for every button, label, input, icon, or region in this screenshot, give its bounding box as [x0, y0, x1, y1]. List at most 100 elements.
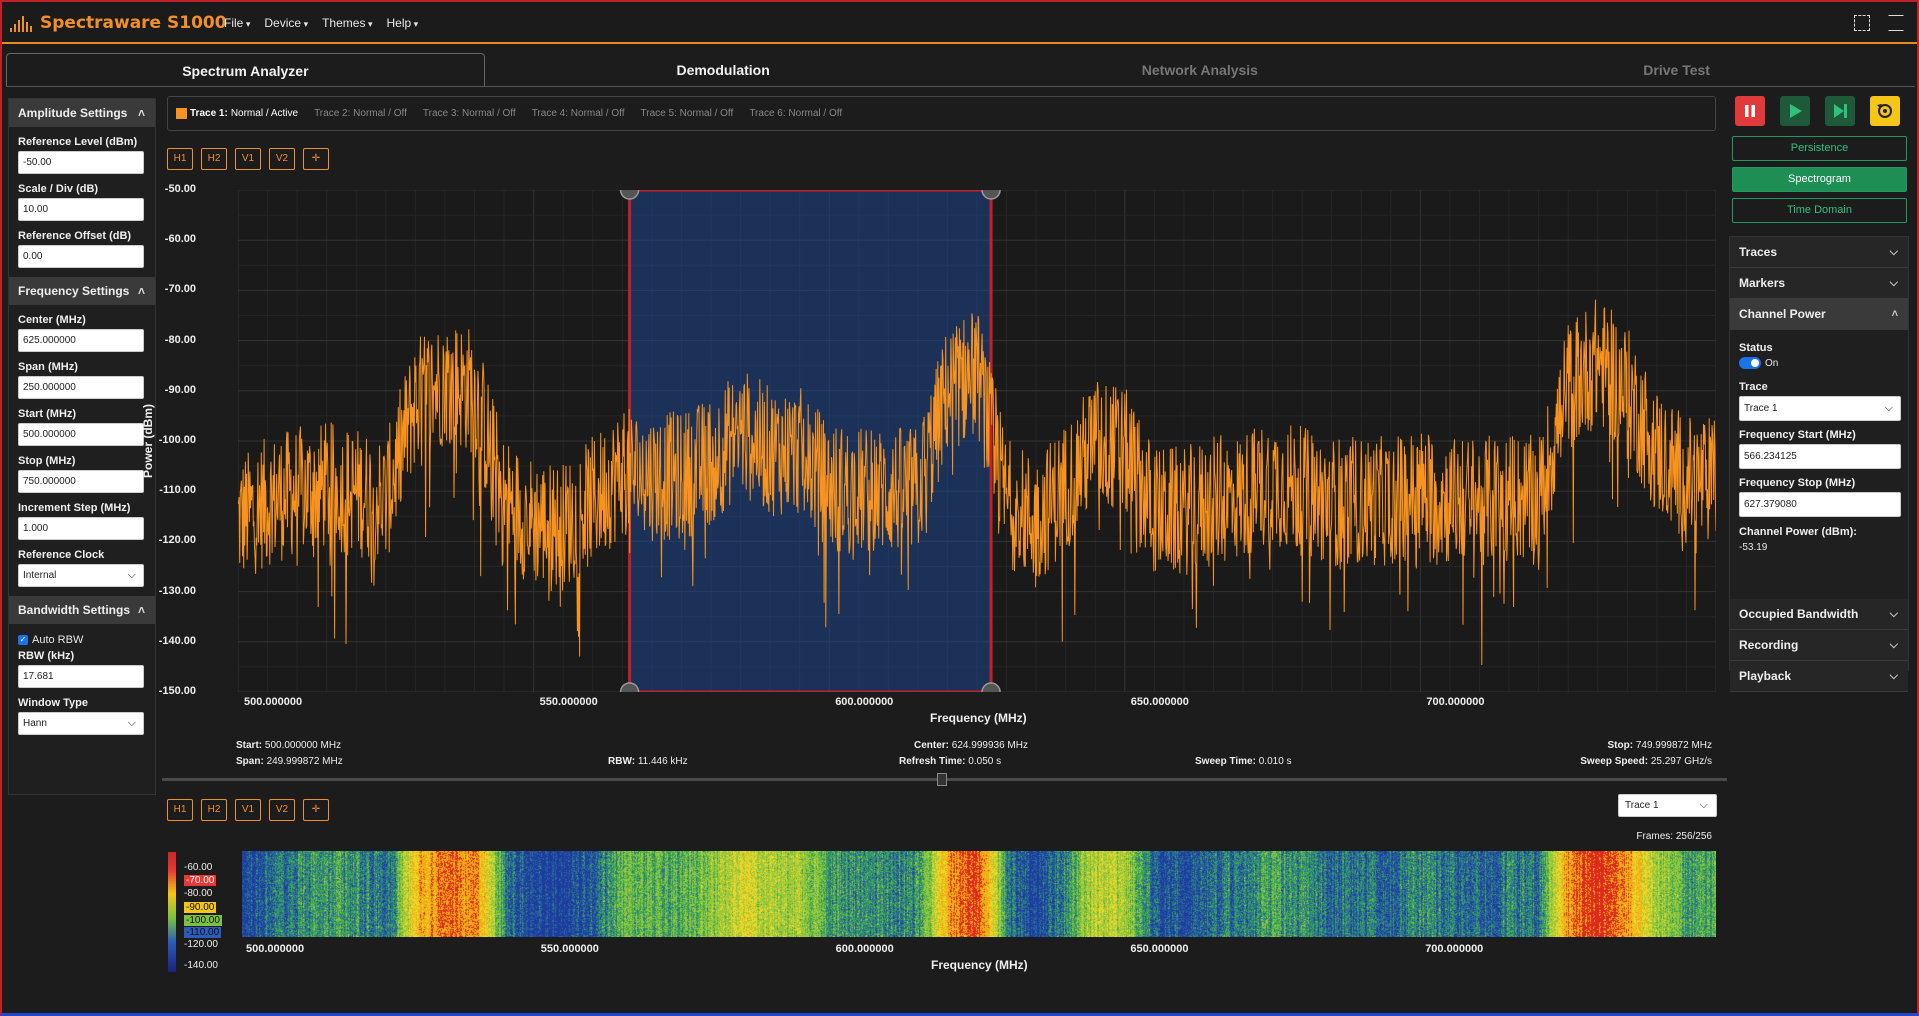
ref-level-input[interactable]: -50.00 [18, 151, 144, 174]
trace-5-item[interactable]: Trace 5: Normal / Off [641, 108, 734, 119]
freq-start-label: Frequency Start (MHz) [1739, 429, 1856, 441]
move-icon[interactable]: ✛ [303, 799, 329, 821]
reset-button[interactable] [1870, 96, 1900, 126]
ref-level-label: Reference Level (dBm) [18, 136, 138, 148]
status-toggle[interactable] [1739, 357, 1761, 369]
recording-accordion[interactable]: Recording ⌵ [1730, 630, 1908, 661]
tab-spectrum-analyzer[interactable]: Spectrum Analyzer [6, 53, 485, 86]
channel-power-accordion[interactable]: Channel Power ˄ [1730, 299, 1908, 330]
stop-label: Stop (MHz) [18, 455, 76, 467]
screenshot-icon[interactable] [1854, 15, 1870, 31]
freq-stop-input[interactable]: 627.379080 [1739, 492, 1901, 517]
splitter-handle[interactable] [937, 773, 947, 786]
stat-speed-label: Sweep Speed: [1580, 756, 1649, 767]
time-domain-button[interactable]: Time Domain [1732, 198, 1907, 223]
move-icon[interactable]: ✛ [303, 148, 329, 170]
stat-start: Start: 500.000000 MHz [236, 740, 341, 751]
frames-counter: Frames: 256/256 [1636, 831, 1712, 842]
rbw-input[interactable]: 17.681 [18, 665, 144, 688]
span-label: Span (MHz) [18, 361, 78, 373]
window-type-select[interactable]: Hann ⌵ [18, 712, 144, 735]
h1-marker-button[interactable]: H1 [167, 148, 193, 170]
freq-start-input[interactable]: 566.234125 [1739, 444, 1901, 469]
trace-3-item[interactable]: Trace 3: Normal / Off [423, 108, 516, 119]
y-tick-label: -120.00 [158, 534, 196, 547]
scale-div-input[interactable]: 10.00 [18, 198, 144, 221]
y-tick-label: -90.00 [164, 383, 196, 396]
fullscreen-icon[interactable] [1888, 15, 1904, 31]
tab-drive-test[interactable]: Drive Test [1438, 53, 1915, 86]
x-tick-label: 700.000000 [1425, 943, 1484, 955]
status-row: On [1730, 357, 1908, 369]
auto-rbw-row[interactable]: ✓ Auto RBW [9, 634, 155, 646]
spectrum-chart[interactable] [238, 190, 1716, 692]
trace-1-item[interactable]: Trace 1: Normal / Active [176, 108, 298, 119]
step-button[interactable] [1825, 96, 1855, 126]
h2-marker-button[interactable]: H2 [201, 799, 227, 821]
trace-4-name: Trace 4: [531, 108, 568, 119]
stat-stop: Stop: 749.999872 MHz [1608, 740, 1713, 751]
chevron-up-icon: ˄ [137, 106, 145, 120]
persistence-button[interactable]: Persistence [1732, 136, 1907, 161]
menu-device[interactable]: Device [264, 16, 308, 30]
playback-accordion[interactable]: Playback ⌵ [1730, 661, 1908, 692]
markers-accordion[interactable]: Markers ⌵ [1730, 268, 1908, 299]
spectrogram-button[interactable]: Spectrogram [1732, 167, 1907, 192]
h2-marker-button[interactable]: H2 [201, 148, 227, 170]
stat-sweep-label: Sweep Time: [1195, 756, 1256, 767]
center-input[interactable]: 625.000000 [18, 329, 144, 352]
x-tick-label: 550.000000 [540, 943, 599, 955]
play-button[interactable] [1780, 96, 1810, 126]
tab-demodulation[interactable]: Demodulation [485, 53, 962, 86]
increment-step-input[interactable]: 1.000 [18, 517, 144, 540]
colorbar-tick: -70.00 [184, 875, 217, 886]
chevron-up-icon: ˄ [137, 284, 145, 298]
reference-clock-select[interactable]: Internal ⌵ [18, 564, 144, 587]
menu-help[interactable]: Help [386, 16, 418, 30]
tab-network-analysis[interactable]: Network Analysis [962, 53, 1439, 86]
recording-title: Recording [1739, 638, 1799, 652]
menu-file[interactable]: File [224, 16, 250, 30]
trace-6-item[interactable]: Trace 6: Normal / Off [749, 108, 842, 119]
v2-marker-button[interactable]: V2 [269, 799, 295, 821]
y-tick-label: -130.00 [158, 584, 196, 597]
v2-marker-button[interactable]: V2 [269, 148, 295, 170]
trace-3-name: Trace 3: [422, 108, 460, 119]
trace-4-item[interactable]: Trace 4: Normal / Off [532, 108, 625, 119]
play-icon [1790, 104, 1802, 118]
y-tick-label: -50.00 [164, 183, 196, 195]
auto-rbw-checkbox[interactable]: ✓ [18, 635, 28, 645]
x-tick-label: 550.000000 [539, 696, 598, 708]
frequency-settings-header[interactable]: Frequency Settings ˄ [9, 277, 155, 305]
settings-panel: Amplitude Settings ˄ Reference Level (dB… [8, 98, 156, 795]
v1-marker-button[interactable]: V1 [235, 148, 261, 170]
stat-sweep: Sweep Time: 0.010 s [1195, 756, 1292, 767]
menu-bar: File Device Themes Help [224, 16, 418, 30]
colorbar-tick: -80.00 [184, 888, 213, 899]
amplitude-settings-header[interactable]: Amplitude Settings ˄ [9, 99, 155, 127]
occupied-bandwidth-accordion[interactable]: Occupied Bandwidth ⌵ [1730, 599, 1908, 630]
menu-themes[interactable]: Themes [322, 16, 372, 30]
cp-trace-select[interactable]: Trace 1 ⌵ [1739, 396, 1901, 421]
span-input[interactable]: 250.000000 [18, 376, 144, 399]
h1-marker-button[interactable]: H1 [167, 799, 193, 821]
ref-offset-label: Reference Offset (dB) [18, 230, 132, 242]
traces-accordion[interactable]: Traces ⌵ [1730, 237, 1908, 268]
start-input[interactable]: 500.000000 [18, 423, 144, 446]
channel-power-value: -53.19 [1739, 542, 1768, 553]
auto-rbw-label: Auto RBW [32, 634, 84, 646]
stop-input[interactable]: 750.000000 [18, 470, 144, 493]
spectrogram-image[interactable] [242, 851, 1716, 937]
trace-2-item[interactable]: Trace 2: Normal / Off [314, 108, 407, 119]
spectrogram-trace-select[interactable]: Trace 1 ⌵ [1618, 794, 1717, 817]
pause-button[interactable] [1735, 96, 1765, 126]
bandwidth-settings-header[interactable]: Bandwidth Settings ˄ [9, 596, 155, 624]
app-title: Spectraware S1000 [40, 13, 227, 33]
colorbar-tick: -140.00 [184, 960, 218, 971]
stat-stop-label: Stop: [1607, 740, 1634, 751]
ref-offset-input[interactable]: 0.00 [18, 245, 144, 268]
colorbar-tick: -90.00 [184, 902, 217, 913]
v1-marker-button[interactable]: V1 [235, 799, 261, 821]
stat-center-label: Center: [914, 740, 950, 751]
stat-rbw: RBW: 11.446 kHz [608, 756, 688, 767]
